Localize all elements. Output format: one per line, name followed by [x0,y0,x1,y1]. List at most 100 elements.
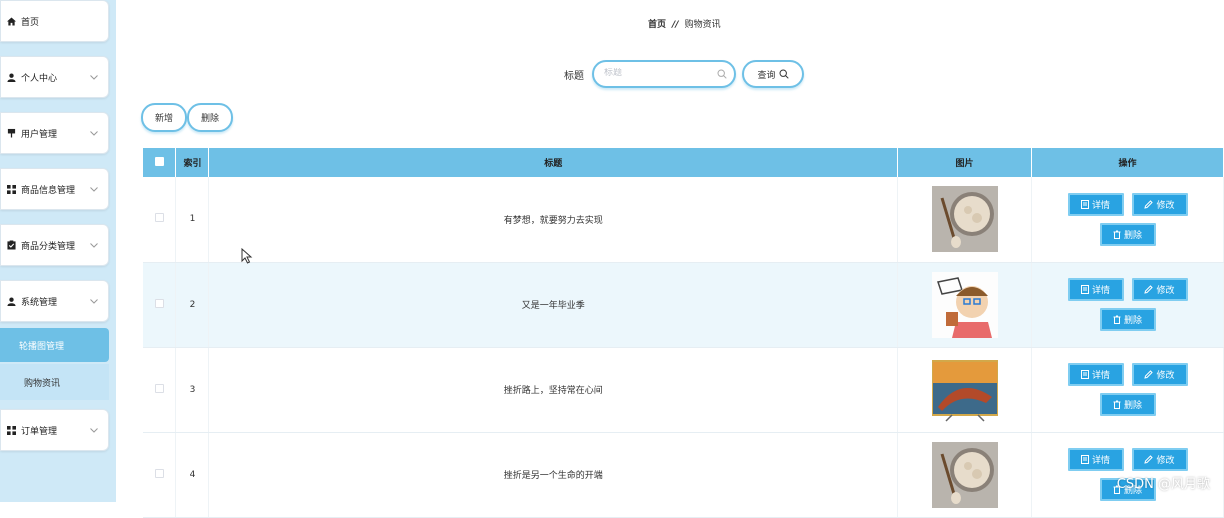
edit-button[interactable]: 修改 [1132,278,1188,301]
detail-button[interactable]: 详情 [1068,193,1124,216]
boat-sunset-image [932,357,998,423]
trash-icon [1113,315,1121,324]
cartoon-boy-image [932,272,998,338]
user-icon [6,72,16,82]
detail-button-label: 详情 [1092,453,1110,466]
row-checkbox[interactable] [155,213,164,222]
clipboard-icon [6,240,16,250]
oats-bowl-image [932,186,998,252]
column-header-title: 标题 [209,148,898,177]
detail-button-label: 详情 [1092,198,1110,211]
row-index: 3 [176,347,209,432]
detail-button[interactable]: 详情 [1068,278,1124,301]
chevron-down-icon [88,131,100,136]
row-title: 挫折路上，坚持常在心间 [209,347,898,432]
sidebar: 首页 个人中心 用户管理 商品信息管理 商品分类管理 [0,0,116,502]
data-table: 索引 标题 图片 操作 1 有梦想，就要努力去实现 [143,148,1224,518]
mouse-cursor-icon [241,248,253,264]
sidebar-item-orders[interactable]: 订单管理 [0,409,109,451]
sidebar-item-products[interactable]: 商品信息管理 [0,168,109,210]
pencil-icon [1144,370,1153,379]
user-icon [6,296,16,306]
search-icon [779,69,789,79]
row-checkbox[interactable] [155,299,164,308]
edit-button-label: 修改 [1156,368,1174,381]
row-index: 1 [176,177,209,262]
grid-icon [6,184,16,194]
sidebar-item-home[interactable]: 首页 [0,0,109,42]
pin-icon [6,128,16,138]
oats-bowl-image [932,442,998,508]
row-delete-button-label: 删除 [1124,398,1142,411]
watermark: CSDN @风月歌 [1117,473,1210,492]
table-row: 4 挫折是另一个生命的开端 详情 [143,432,1224,517]
column-header-actions: 操作 [1032,148,1224,177]
column-header-image: 图片 [898,148,1032,177]
row-index: 4 [176,432,209,517]
document-icon [1081,285,1089,294]
sidebar-item-label: 系统管理 [21,295,88,308]
chevron-down-icon [88,187,100,192]
row-index: 2 [176,262,209,347]
trash-icon [1113,400,1121,409]
row-delete-button-label: 删除 [1124,228,1142,241]
chevron-down-icon [88,243,100,248]
row-title: 挫折是另一个生命的开端 [209,432,898,517]
sidebar-item-label: 首页 [21,15,108,28]
chevron-down-icon [88,428,100,433]
sidebar-item-label: 用户管理 [21,127,88,140]
edit-button-label: 修改 [1156,283,1174,296]
sidebar-item-system[interactable]: 系统管理 [0,280,109,322]
pencil-icon [1144,455,1153,464]
add-button[interactable]: 新增 [141,103,187,132]
row-delete-button[interactable]: 删除 [1100,308,1156,331]
query-button[interactable]: 查询 [742,60,804,88]
select-all-header [143,148,176,177]
sidebar-item-label: 商品分类管理 [21,239,88,252]
delete-button[interactable]: 删除 [187,103,233,132]
edit-button[interactable]: 修改 [1132,363,1188,386]
search-input-wrapper [592,60,736,88]
trash-icon [1113,230,1121,239]
pencil-icon [1144,285,1153,294]
breadcrumb-home[interactable]: 首页 [648,20,666,30]
submenu-item-carousel[interactable]: 轮播图管理 [0,328,109,362]
table-header-row: 索引 标题 图片 操作 [143,148,1224,177]
table-row: 3 挫折路上，坚持常在心间 详情 [143,347,1224,432]
row-delete-button[interactable]: 删除 [1100,223,1156,246]
chevron-down-icon [88,299,100,304]
sidebar-item-label: 个人中心 [21,71,88,84]
detail-button[interactable]: 详情 [1068,448,1124,471]
row-checkbox[interactable] [155,384,164,393]
edit-button[interactable]: 修改 [1132,193,1188,216]
sidebar-item-label: 订单管理 [21,424,88,437]
row-title: 又是一年毕业季 [209,262,898,347]
home-icon [6,16,16,26]
breadcrumb-current: 购物资讯 [685,20,721,30]
query-button-label: 查询 [757,68,775,81]
submenu-item-shopping-news[interactable]: 购物资讯 [0,364,109,400]
row-delete-button[interactable]: 删除 [1100,393,1156,416]
detail-button-label: 详情 [1092,368,1110,381]
table-row: 2 又是一年毕业季 [143,262,1224,347]
sidebar-item-users[interactable]: 用户管理 [0,112,109,154]
chevron-down-icon [88,75,100,80]
breadcrumb-separator: // [672,20,679,30]
sidebar-item-categories[interactable]: 商品分类管理 [0,224,109,266]
sidebar-item-profile[interactable]: 个人中心 [0,56,109,98]
sidebar-item-label: 商品信息管理 [21,183,88,196]
row-checkbox[interactable] [155,469,164,478]
edit-button-label: 修改 [1156,453,1174,466]
select-all-checkbox[interactable] [155,157,164,166]
search-icon[interactable] [717,69,727,79]
row-title: 有梦想，就要努力去实现 [209,177,898,262]
breadcrumb: 首页 // 购物资讯 [648,17,721,30]
row-delete-button-label: 删除 [1124,313,1142,326]
document-icon [1081,370,1089,379]
detail-button[interactable]: 详情 [1068,363,1124,386]
edit-button[interactable]: 修改 [1132,448,1188,471]
search-label: 标题 [564,67,584,82]
grid-icon [6,425,16,435]
detail-button-label: 详情 [1092,283,1110,296]
search-input[interactable] [604,68,714,78]
